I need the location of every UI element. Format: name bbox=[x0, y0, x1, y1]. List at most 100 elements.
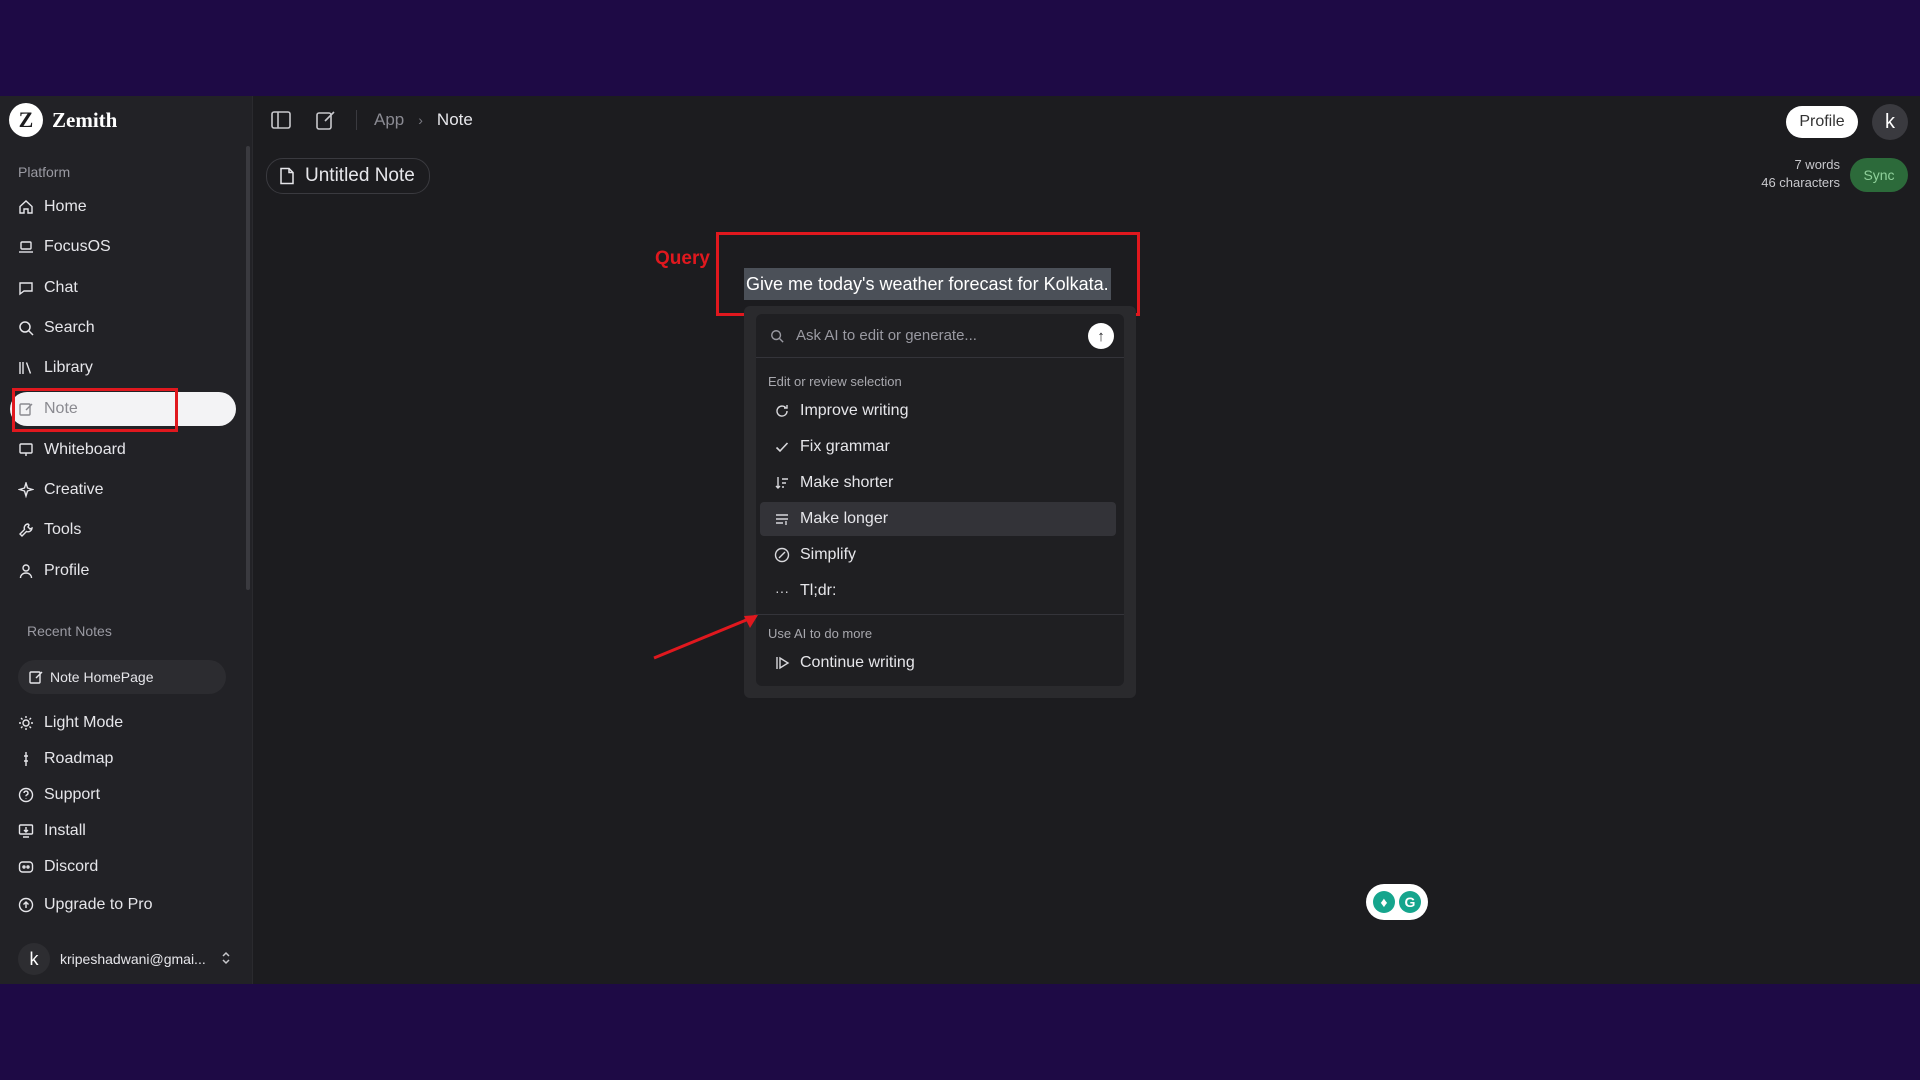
avatar[interactable]: k bbox=[1872, 104, 1908, 140]
sidebar-item-label: Discord bbox=[44, 858, 99, 875]
menu-item-continue-writing[interactable]: Continue writing bbox=[760, 646, 1116, 680]
edit-review-label: Edit or review selection bbox=[768, 374, 902, 389]
account-switcher[interactable]: k kripeshadwani@gmai... bbox=[18, 942, 234, 976]
file-icon bbox=[279, 167, 295, 185]
ai-prompt-input[interactable] bbox=[794, 326, 1078, 345]
menu-item-label: Fix grammar bbox=[800, 438, 890, 455]
chevron-up-down-icon bbox=[220, 950, 232, 969]
breadcrumb-note: Note bbox=[436, 110, 473, 129]
sidebar-item-roadmap[interactable]: Roadmap bbox=[10, 742, 236, 776]
annotation-box-note bbox=[12, 388, 178, 432]
sidebar-item-label: Library bbox=[44, 359, 93, 376]
sun-icon bbox=[18, 715, 34, 731]
sidebar-item-label: Chat bbox=[44, 279, 78, 296]
breadcrumb: App › Note bbox=[374, 110, 473, 130]
sidebar-item-discord[interactable]: Discord bbox=[10, 850, 236, 884]
sidebar-item-support[interactable]: Support bbox=[10, 778, 236, 812]
menu-item-make-longer[interactable]: Make longer bbox=[760, 502, 1116, 536]
help-icon bbox=[18, 787, 34, 803]
brand[interactable]: Z Zemith bbox=[9, 103, 117, 137]
simplify-icon bbox=[774, 547, 790, 563]
sidebar: Z Zemith Platform Home FocusOS Chat Sear… bbox=[0, 96, 253, 984]
ellipsis-icon: ··· bbox=[775, 583, 789, 599]
platform-label: Platform bbox=[18, 164, 71, 180]
sidebar-item-library[interactable]: Library bbox=[10, 351, 236, 385]
word-count: 7 words bbox=[1794, 157, 1840, 172]
wrench-icon bbox=[18, 522, 34, 538]
library-icon bbox=[18, 360, 34, 376]
sidebar-item-label: Profile bbox=[44, 562, 90, 579]
laptop-icon bbox=[18, 239, 34, 255]
sidebar-item-whiteboard[interactable]: Whiteboard bbox=[10, 433, 236, 467]
note-stats: 7 words 46 characters bbox=[1761, 156, 1840, 192]
app-window: Z Zemith Platform Home FocusOS Chat Sear… bbox=[0, 96, 1920, 984]
shorten-icon bbox=[774, 475, 790, 491]
grammarly-widget[interactable]: ♦ G bbox=[1366, 884, 1428, 920]
sidebar-item-profile[interactable]: Profile bbox=[10, 554, 236, 588]
sidebar-item-creative[interactable]: Creative bbox=[10, 473, 236, 507]
ai-ask-row: ↑ bbox=[756, 314, 1124, 358]
recent-note-label: Note HomePage bbox=[50, 669, 154, 685]
sidebar-item-label: Light Mode bbox=[44, 714, 124, 731]
sidebar-item-label: Tools bbox=[44, 521, 82, 538]
sidebar-item-install[interactable]: Install bbox=[10, 814, 236, 848]
sidebar-item-home[interactable]: Home bbox=[10, 190, 236, 224]
sidebar-item-label: Install bbox=[44, 822, 86, 839]
menu-item-fix-grammar[interactable]: Fix grammar bbox=[760, 430, 1116, 464]
note-title: Untitled Note bbox=[305, 165, 415, 186]
char-count: 46 characters bbox=[1761, 175, 1840, 190]
use-ai-label: Use AI to do more bbox=[768, 626, 873, 641]
sidebar-toggle-icon[interactable] bbox=[270, 109, 292, 131]
search-icon bbox=[770, 329, 784, 343]
sidebar-item-label: Note bbox=[44, 400, 78, 417]
menu-item-label: Make shorter bbox=[800, 474, 894, 491]
sidebar-scrollbar[interactable] bbox=[246, 146, 250, 590]
whiteboard-icon bbox=[18, 442, 34, 458]
note-edit-icon bbox=[18, 401, 34, 417]
grammarly-icon: G bbox=[1399, 891, 1421, 913]
sidebar-item-label: Home bbox=[44, 198, 87, 215]
recent-note-item[interactable]: Note HomePage bbox=[18, 660, 226, 694]
sync-button[interactable]: Sync bbox=[1850, 158, 1908, 192]
ai-edit-popup: ↑ Edit or review selection Improve writi… bbox=[744, 306, 1136, 698]
ai-popup-panel: ↑ Edit or review selection Improve writi… bbox=[756, 314, 1124, 686]
new-note-icon[interactable] bbox=[315, 109, 337, 131]
brand-name: Zemith bbox=[52, 107, 118, 132]
menu-divider bbox=[756, 614, 1124, 615]
breadcrumb-app[interactable]: App bbox=[374, 110, 404, 130]
user-icon bbox=[18, 563, 34, 579]
menu-item-make-shorter[interactable]: Make shorter bbox=[760, 466, 1116, 500]
lengthen-icon bbox=[774, 511, 790, 527]
chevron-right-icon: › bbox=[418, 112, 423, 128]
menu-item-label: Tl;dr: bbox=[800, 582, 837, 599]
selected-note-text[interactable]: Give me today's weather forecast for Kol… bbox=[744, 268, 1111, 300]
menu-item-improve-writing[interactable]: Improve writing bbox=[760, 394, 1116, 428]
recent-notes-label: Recent Notes bbox=[27, 623, 112, 639]
note-edit-icon bbox=[28, 669, 44, 685]
menu-item-label: Make longer bbox=[800, 510, 889, 527]
sidebar-item-label: FocusOS bbox=[44, 238, 111, 255]
note-title-button[interactable]: Untitled Note bbox=[266, 158, 430, 194]
avatar: k bbox=[18, 943, 50, 975]
play-icon bbox=[774, 655, 790, 671]
sidebar-item-search[interactable]: Search bbox=[10, 311, 236, 345]
sidebar-item-label: Search bbox=[44, 319, 95, 336]
menu-item-simplify[interactable]: Simplify bbox=[760, 538, 1116, 572]
menu-item-tldr[interactable]: ··· Tl;dr: bbox=[760, 574, 1116, 608]
sparkle-icon bbox=[18, 482, 34, 498]
sidebar-item-light-mode[interactable]: Light Mode bbox=[10, 706, 236, 740]
sidebar-item-label: Creative bbox=[44, 481, 104, 498]
sidebar-item-upgrade[interactable]: Upgrade to Pro bbox=[10, 888, 236, 922]
sidebar-item-chat[interactable]: Chat bbox=[10, 271, 236, 305]
sidebar-item-tools[interactable]: Tools bbox=[10, 513, 236, 547]
sidebar-item-focusos[interactable]: FocusOS bbox=[10, 230, 236, 264]
chat-icon bbox=[18, 280, 34, 296]
refresh-icon bbox=[774, 403, 790, 419]
lightbulb-icon: ♦ bbox=[1373, 891, 1395, 913]
roadmap-icon bbox=[18, 751, 34, 767]
menu-item-label: Continue writing bbox=[800, 654, 915, 671]
send-arrow-up-icon[interactable]: ↑ bbox=[1088, 323, 1114, 349]
home-icon bbox=[18, 199, 34, 215]
search-icon bbox=[18, 320, 34, 336]
profile-button[interactable]: Profile bbox=[1786, 106, 1858, 138]
